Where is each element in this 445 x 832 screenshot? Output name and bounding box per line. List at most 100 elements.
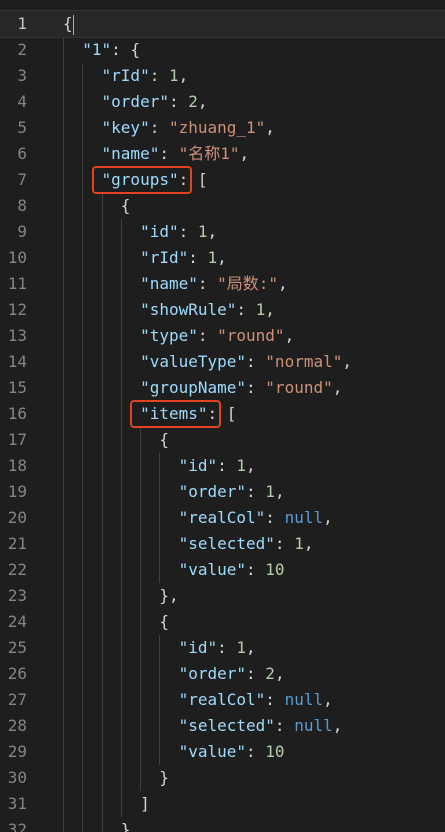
code-line[interactable]: 26 "order": 2,	[0, 661, 445, 687]
json-number: 1	[265, 482, 275, 501]
json-punctuation: ,	[303, 534, 314, 553]
code-line[interactable]: 5 "key": "zhuang_1",	[0, 115, 445, 141]
line-number: 24	[7, 612, 27, 631]
code-line[interactable]: 25 "id": 1,	[0, 635, 445, 661]
code-line[interactable]: 29 "value": 10	[0, 739, 445, 765]
json-punctuation: ,	[274, 664, 285, 683]
json-punctuation: ]	[63, 794, 150, 813]
json-punctuation	[63, 66, 102, 85]
json-key: "valueType"	[140, 352, 247, 371]
code-line[interactable]: 2 "1": {	[0, 37, 445, 63]
json-punctuation	[63, 482, 179, 501]
json-punctuation: {	[63, 14, 73, 33]
json-punctuation: ,	[197, 92, 208, 111]
code-line[interactable]: 31 ]	[0, 791, 445, 817]
code-line[interactable]: 8 {	[0, 193, 445, 219]
code-line[interactable]: 22 "value": 10	[0, 557, 445, 583]
json-number: 2	[188, 92, 198, 111]
code-line[interactable]: 14 "valueType": "normal",	[0, 349, 445, 375]
json-key: "selected"	[178, 716, 275, 735]
line-number: 5	[17, 118, 27, 137]
line-content: },	[63, 817, 140, 832]
line-content: "1": {	[63, 37, 140, 63]
line-number: 6	[17, 144, 27, 163]
code-line[interactable]: 30 }	[0, 765, 445, 791]
code-line[interactable]: 16 "items": [	[0, 401, 445, 427]
line-content: "type": "round",	[63, 323, 294, 349]
code-line[interactable]: 7 "groups": [	[0, 167, 445, 193]
code-line[interactable]: 20 "realCol": null,	[0, 505, 445, 531]
line-number: 1	[17, 14, 27, 33]
json-punctuation: :	[265, 690, 285, 709]
line-number: 30	[7, 768, 27, 787]
code-line[interactable]: 19 "order": 1,	[0, 479, 445, 505]
code-line[interactable]: 6 "name": "名称1",	[0, 141, 445, 167]
json-punctuation: :	[197, 326, 218, 345]
json-key: "value"	[178, 742, 247, 761]
code-line[interactable]: 24 {	[0, 609, 445, 635]
json-punctuation: ,	[284, 326, 295, 345]
code-line[interactable]: 32 },	[0, 817, 445, 832]
line-content: "order": 2,	[63, 89, 208, 115]
code-line[interactable]: 28 "selected": null,	[0, 713, 445, 739]
line-number: 14	[7, 352, 27, 371]
json-number: 1	[168, 66, 179, 85]
json-key: "id"	[140, 222, 179, 241]
json-punctuation: ,	[239, 144, 250, 163]
code-line[interactable]: 12 "showRule": 1,	[0, 297, 445, 323]
code-line[interactable]: 13 "type": "round",	[0, 323, 445, 349]
line-number: 26	[7, 664, 27, 683]
code-line[interactable]: 4 "order": 2,	[0, 89, 445, 115]
line-content: "selected": null,	[63, 713, 343, 739]
json-punctuation	[63, 248, 140, 267]
line-number: 7	[17, 170, 27, 189]
json-punctuation: :	[274, 534, 295, 553]
line-content: "valueType": "normal",	[63, 349, 352, 375]
line-content: "selected": 1,	[63, 531, 314, 557]
json-string: "zhuang_1"	[168, 118, 266, 137]
json-punctuation: ,	[274, 482, 285, 501]
json-punctuation	[63, 40, 82, 59]
line-number: 25	[7, 638, 27, 657]
code-line[interactable]: 3 "rId": 1,	[0, 63, 445, 89]
code-line[interactable]: 27 "realCol": null,	[0, 687, 445, 713]
json-punctuation: :	[178, 222, 198, 241]
code-line[interactable]: 9 "id": 1,	[0, 219, 445, 245]
code-line[interactable]: 21 "selected": 1,	[0, 531, 445, 557]
json-key: "id"	[178, 638, 218, 657]
json-string: "名称1"	[178, 144, 240, 163]
json-punctuation: :	[274, 716, 295, 735]
line-content: "realCol": null,	[63, 687, 333, 713]
code-line[interactable]: 17 {	[0, 427, 445, 453]
json-punctuation: :	[217, 456, 237, 475]
json-key: "selected"	[178, 534, 275, 553]
json-key: "realCol"	[178, 690, 266, 709]
line-content: }	[63, 765, 169, 791]
json-punctuation: ,	[246, 638, 256, 657]
code-line[interactable]: 18 "id": 1,	[0, 453, 445, 479]
line-content: "name": "名称1",	[63, 141, 250, 167]
json-punctuation: :	[236, 300, 256, 319]
json-punctuation	[63, 638, 179, 657]
line-number: 8	[17, 196, 27, 215]
code-line[interactable]: 23 },	[0, 583, 445, 609]
line-number: 19	[7, 482, 27, 501]
code-editor[interactable]: 1{2 "1": {3 "rId": 1, 4 "order": 2, 5 "key…	[0, 0, 445, 832]
json-punctuation: :	[246, 560, 266, 579]
json-number: 1	[236, 638, 247, 657]
code-line[interactable]: 15 "groupName": "round",	[0, 375, 445, 401]
json-punctuation	[63, 690, 179, 709]
json-punctuation: }	[63, 768, 169, 787]
code-line[interactable]: 10 "rId": 1,	[0, 245, 445, 271]
line-number: 29	[7, 742, 27, 761]
line-content: {	[63, 193, 131, 219]
code-line[interactable]: 1{	[0, 10, 445, 38]
code-line[interactable]: 11 "name": "局数:",	[0, 271, 445, 297]
json-punctuation: :	[217, 638, 237, 657]
line-content: "rId": 1,	[63, 63, 189, 89]
line-number: 22	[7, 560, 27, 579]
line-number: 13	[7, 326, 27, 345]
json-key: "key"	[101, 118, 150, 137]
json-punctuation	[63, 222, 140, 241]
line-content: {	[63, 11, 74, 37]
